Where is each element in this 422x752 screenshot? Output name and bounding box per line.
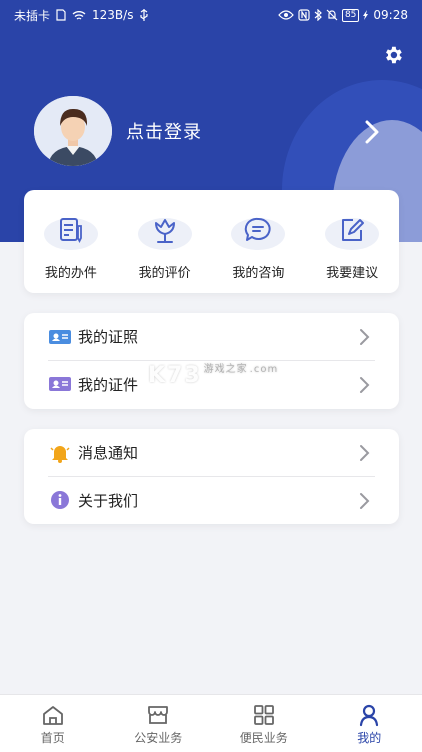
chevron-right-icon[interactable] (362, 118, 382, 146)
shop-icon (148, 706, 169, 724)
chevron-right-icon (360, 445, 370, 461)
bluetooth-icon (314, 9, 322, 21)
chevron-right-icon (360, 377, 370, 393)
status-bar: 未插卡 123B/s 85 09:28 (0, 0, 422, 30)
bell-icon (48, 443, 72, 463)
sim-icon (56, 9, 66, 21)
tab-label: 首页 (40, 731, 65, 745)
quick-action-my-cases[interactable]: 我的办件 (31, 210, 111, 293)
tab-convenience-services[interactable]: 便民业务 (211, 695, 317, 752)
flower-icon (136, 210, 194, 252)
list-item-my-licenses[interactable]: 我的证照 (48, 313, 375, 360)
tab-home[interactable]: 首页 (0, 695, 106, 752)
avatar (34, 96, 112, 166)
watermark-brand: K73 (148, 363, 202, 388)
quick-action-suggestion[interactable]: 我要建议 (312, 210, 392, 293)
carrier-text: 未插卡 (14, 8, 51, 23)
battery-level: 85 (341, 8, 360, 22)
list-item-label: 关于我们 (78, 491, 139, 510)
eye-icon (278, 10, 294, 20)
list-item-about-us[interactable]: 关于我们 (48, 476, 375, 523)
list-item-label: 我的证件 (78, 375, 139, 394)
mute-icon (326, 9, 338, 21)
chevron-right-icon (360, 329, 370, 345)
grid-icon (253, 705, 274, 725)
network-speed: 123B/s (92, 8, 134, 22)
watermark-logo: K73 游戏之家 .com (148, 360, 278, 388)
quick-action-my-reviews[interactable]: 我的评价 (125, 210, 205, 293)
quick-action-label: 我的咨询 (232, 266, 285, 281)
tab-police-services[interactable]: 公安业务 (106, 695, 212, 752)
tab-label: 便民业务 (239, 731, 288, 745)
id-card-icon (48, 327, 72, 347)
list-item-notifications[interactable]: 消息通知 (48, 429, 375, 476)
quick-action-my-inquiries[interactable]: 我的咨询 (218, 210, 298, 293)
tab-label: 我的 (357, 731, 382, 745)
home-icon (42, 706, 63, 725)
chat-bubble-icon (229, 210, 287, 252)
chevron-right-icon (360, 493, 370, 509)
list-item-label: 消息通知 (78, 444, 139, 462)
bottom-tab-bar: 首页 公安业务 便民业务 我的 (0, 694, 422, 752)
quick-action-label: 我的评价 (138, 266, 191, 281)
charging-icon (363, 10, 369, 20)
info-card: 消息通知 关于我们 (24, 429, 399, 524)
settings-gear-icon[interactable] (382, 44, 404, 66)
quick-actions-card: 我的办件 我的评价 我的咨询 我要建议 (24, 190, 399, 293)
list-item-label: 我的证照 (78, 328, 139, 346)
login-label[interactable]: 点击登录 (126, 118, 202, 144)
usb-icon (140, 9, 149, 21)
quick-action-label: 我要建议 (326, 266, 379, 281)
user-icon (360, 704, 379, 727)
tab-mine[interactable]: 我的 (317, 695, 422, 752)
edit-icon (323, 210, 381, 252)
watermark-domain: .com (249, 364, 279, 375)
quick-action-label: 我的办件 (44, 266, 97, 281)
login-profile[interactable]: 点击登录 (34, 96, 202, 166)
tab-label: 公安业务 (134, 731, 183, 745)
clock: 09:28 (373, 8, 408, 22)
watermark-sub: 游戏之家 (203, 364, 248, 375)
id-card-icon (48, 374, 72, 394)
avatar-portrait-icon (34, 96, 112, 166)
nfc-icon (298, 9, 310, 21)
info-icon (48, 490, 72, 510)
document-pen-icon (42, 210, 100, 252)
wifi-icon (72, 10, 86, 20)
